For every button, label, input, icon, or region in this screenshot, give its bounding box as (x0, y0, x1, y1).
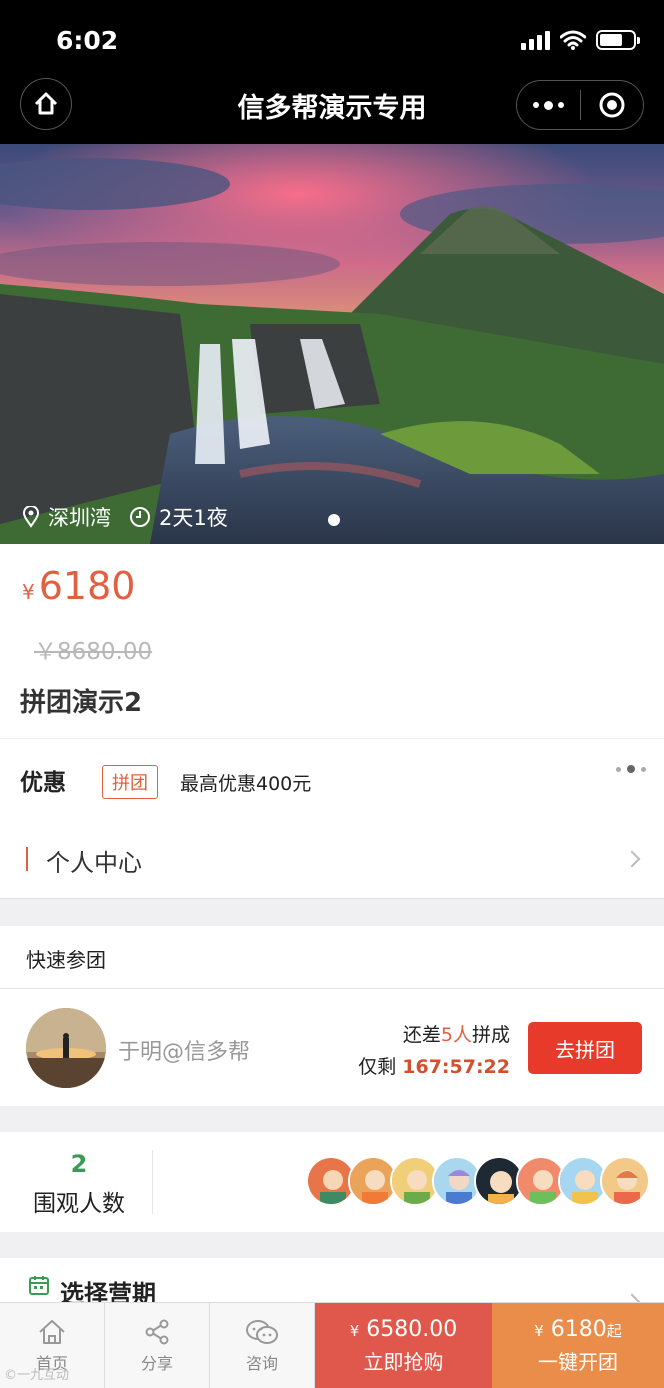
currency-symbol: ¥ (534, 1321, 544, 1340)
hero-image[interactable]: 深圳湾 2天1夜 (0, 144, 664, 544)
mini-program-capsule (516, 80, 644, 130)
currency-symbol: ¥ (22, 580, 35, 604)
chevron-right-icon (623, 850, 641, 868)
current-price: ¥6180 (22, 564, 135, 608)
price-card: ¥6180 ￥8680.00 拼团演示2 (0, 544, 664, 738)
countdown-timer: 167:57:22 (402, 1056, 510, 1078)
landscape-photo (0, 144, 664, 544)
viewer-label: 围观人数 (33, 1191, 125, 1217)
buy-now-button[interactable]: ¥ 6580.00 立即抢购 (315, 1303, 492, 1388)
buy-price: ¥ 6580.00 (350, 1317, 458, 1342)
viewer-count: 2 (70, 1150, 88, 1178)
camp-select-row[interactable]: 选择营期 (0, 1258, 664, 1311)
close-button[interactable] (581, 81, 644, 129)
open-group-label: 一键开团 (538, 1349, 618, 1374)
top-bar: 6:02 信多帮演示专用 (0, 0, 664, 144)
hero-duration: 2天1夜 (159, 506, 228, 530)
promo-tag: 拼团 (102, 765, 158, 799)
promo-text: 最高优惠400元 (180, 773, 312, 795)
more-icon (532, 100, 564, 110)
need-text: 还差5人拼成 (403, 1020, 510, 1047)
promo-more-icon[interactable] (616, 765, 646, 773)
consult-tab[interactable]: 咨询 (210, 1303, 315, 1388)
promo-card: 优惠 拼团 最高优惠400元 个人中心 (0, 739, 664, 899)
viewers-card: 2 围观人数 (0, 1132, 664, 1232)
battery-icon (596, 30, 640, 50)
share-icon (145, 1319, 169, 1344)
need-count: 5人 (440, 1024, 472, 1046)
buy-now-label: 立即抢购 (363, 1349, 444, 1374)
hero-location: 深圳湾 (48, 506, 111, 530)
signal-icon (521, 30, 550, 50)
group-price-suffix: 起 (606, 1321, 622, 1340)
status-icons (521, 30, 640, 50)
group-price-value: 6180 (550, 1316, 607, 1342)
chat-icon (246, 1319, 278, 1344)
location-icon (22, 506, 40, 528)
home-icon (39, 1319, 65, 1344)
hero-meta: 深圳湾 2天1夜 (22, 502, 228, 532)
user-name: 于明@信多帮 (118, 1040, 251, 1065)
need-suffix: 拼成 (471, 1024, 510, 1046)
original-price: ￥8680.00 (34, 639, 153, 665)
share-tab[interactable]: 分享 (105, 1303, 210, 1388)
group-price: ¥ 6180起 (534, 1317, 622, 1342)
group-row: 于明@信多帮 还差5人拼成 仅剩 167:57:22 去拼团 (0, 988, 664, 1106)
share-tab-label: 分享 (140, 1353, 173, 1373)
bottom-action-bar: 首页 分享 咨询 ¥ 6580.00 立即抢购 ¥ 6180起 一键开团 (0, 1302, 664, 1388)
avatar (600, 1156, 650, 1206)
quick-join-title: 快速参团 (26, 948, 106, 972)
need-prefix: 还差 (402, 1024, 441, 1046)
personal-center-link[interactable]: 个人中心 (0, 819, 664, 899)
clock-icon (130, 507, 150, 527)
target-icon (599, 92, 625, 118)
consult-tab-label: 咨询 (245, 1353, 278, 1373)
accent-bar (26, 847, 28, 871)
remain-prefix: 仅剩 (358, 1056, 397, 1078)
price-value: 6180 (38, 564, 136, 608)
promo-label: 优惠 (20, 770, 66, 796)
personal-center-label: 个人中心 (46, 849, 142, 877)
buy-price-value: 6580.00 (366, 1316, 458, 1342)
product-name: 拼团演示2 (20, 688, 143, 718)
carousel-indicator (328, 514, 340, 526)
wifi-icon (560, 30, 586, 50)
currency-symbol: ¥ (349, 1321, 360, 1340)
remain-text: 仅剩 167:57:22 (358, 1052, 510, 1079)
join-group-button[interactable]: 去拼团 (528, 1022, 642, 1074)
divider (152, 1150, 153, 1214)
calendar-icon (29, 1276, 49, 1295)
status-time: 6:02 (56, 26, 119, 55)
avatar (26, 1008, 106, 1088)
viewer-avatars (306, 1156, 650, 1206)
open-group-button[interactable]: ¥ 6180起 一键开团 (492, 1303, 664, 1388)
watermark: ©一九互动 (4, 1368, 70, 1383)
more-button[interactable] (517, 81, 580, 129)
quick-join-card: 快速参团 于明@信多帮 还差5人拼成 仅剩 167:57:22 去拼团 (0, 926, 664, 1106)
